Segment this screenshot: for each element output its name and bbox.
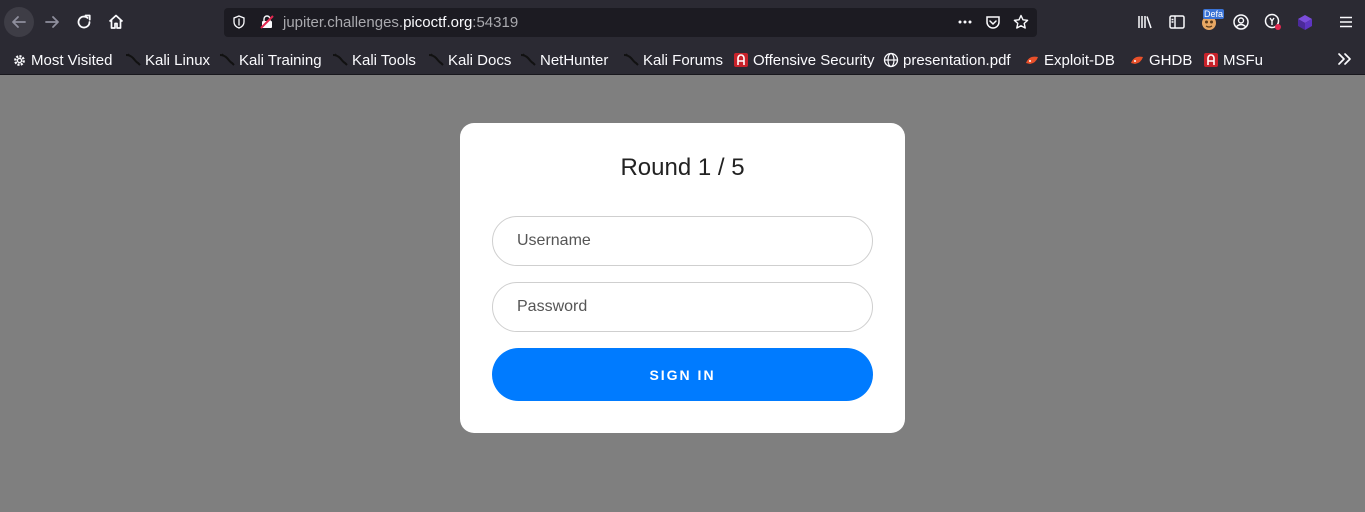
bookmark-kali-docs[interactable]: Kali Docs: [428, 50, 511, 70]
kali-dragon-icon: [520, 52, 536, 68]
bookmark-nethunter[interactable]: NetHunter: [520, 50, 608, 70]
back-arrow-icon: [12, 16, 26, 28]
insecure-lock-icon[interactable]: [259, 14, 275, 30]
browser-toolbar: jupiter.challenges.picoctf.org:54319 Def…: [0, 0, 1365, 45]
shield-icon[interactable]: [231, 14, 247, 30]
back-button[interactable]: [4, 7, 34, 37]
extension-badge: Defa: [1203, 9, 1225, 19]
bookmark-label: Kali Tools: [352, 51, 416, 69]
url-port: :54319: [472, 14, 519, 31]
url-prefix: jupiter.challenges.: [283, 14, 404, 31]
bookmark-presentation-pdf[interactable]: presentation.pdf: [883, 50, 1011, 70]
exploitdb-icon: [1129, 52, 1145, 68]
offsec-icon: [1203, 52, 1219, 68]
reload-icon: [77, 14, 91, 29]
bookmark-kali-tools[interactable]: Kali Tools: [332, 50, 416, 70]
bookmark-label: Kali Linux: [145, 51, 211, 69]
more-icon[interactable]: [957, 14, 973, 30]
star-icon[interactable]: [1013, 14, 1029, 30]
password-input[interactable]: [492, 282, 873, 332]
kali-dragon-icon: [623, 52, 639, 68]
bookmark-label: NetHunter: [540, 51, 609, 69]
bookmark-kali-linux[interactable]: Kali Linux: [125, 50, 210, 70]
forward-arrow-icon: [45, 16, 59, 28]
gear-icon: [11, 52, 27, 68]
reload-button[interactable]: [69, 7, 99, 37]
bookmark-label: Offensive Security: [753, 51, 875, 69]
forward-button[interactable]: [37, 7, 67, 37]
bookmark-most-visited[interactable]: Most Visited: [11, 50, 112, 70]
sign-in-button[interactable]: SIGN IN: [492, 348, 873, 401]
home-icon: [108, 14, 124, 29]
home-button[interactable]: [101, 7, 131, 37]
url-domain: picoctf.org: [403, 14, 473, 31]
username-input[interactable]: [492, 216, 873, 266]
bookmark-msfu[interactable]: MSFu: [1203, 50, 1263, 70]
bookmarks-bar: Most Visited Kali Linux Kali Training Ka…: [0, 45, 1365, 75]
bookmark-label: Kali Docs: [448, 51, 512, 69]
pocket-icon[interactable]: [985, 14, 1001, 30]
kali-dragon-icon: [125, 52, 141, 68]
bookmark-kali-training[interactable]: Kali Training: [219, 50, 322, 70]
bookmark-ghdb[interactable]: GHDB: [1129, 50, 1192, 70]
hamburger-menu-icon[interactable]: [1336, 12, 1356, 32]
chevron-double-right-icon[interactable]: [1336, 50, 1354, 68]
bookmark-kali-forums[interactable]: Kali Forums: [623, 50, 723, 70]
kali-dragon-icon: [428, 52, 444, 68]
bookmark-label: MSFu: [1223, 51, 1264, 69]
bookmark-label: Most Visited: [31, 51, 113, 69]
bookmark-label: presentation.pdf: [903, 51, 1011, 69]
library-icon[interactable]: [1135, 12, 1155, 32]
bookmark-label: Exploit-DB: [1044, 51, 1115, 69]
account-icon[interactable]: [1231, 12, 1251, 32]
extension-x-icon[interactable]: [1263, 12, 1283, 32]
extension-cube-icon[interactable]: [1295, 12, 1315, 32]
url-bar[interactable]: jupiter.challenges.picoctf.org:54319: [224, 8, 1037, 37]
bookmark-label: GHDB: [1149, 51, 1193, 69]
bookmark-exploit-db[interactable]: Exploit-DB: [1024, 50, 1115, 70]
kali-dragon-icon: [332, 52, 348, 68]
kali-dragon-icon: [219, 52, 235, 68]
offsec-icon: [733, 52, 749, 68]
exploitdb-icon: [1024, 52, 1040, 68]
url-text[interactable]: jupiter.challenges.picoctf.org:54319: [283, 14, 518, 31]
round-title: Round 1 / 5: [620, 154, 745, 181]
bookmark-label: Kali Forums: [643, 51, 724, 69]
bookmark-label: Kali Training: [239, 51, 322, 69]
globe-icon: [883, 52, 899, 68]
sidebar-icon[interactable]: [1167, 12, 1187, 32]
bookmark-offensive-security[interactable]: Offensive Security: [733, 50, 874, 70]
